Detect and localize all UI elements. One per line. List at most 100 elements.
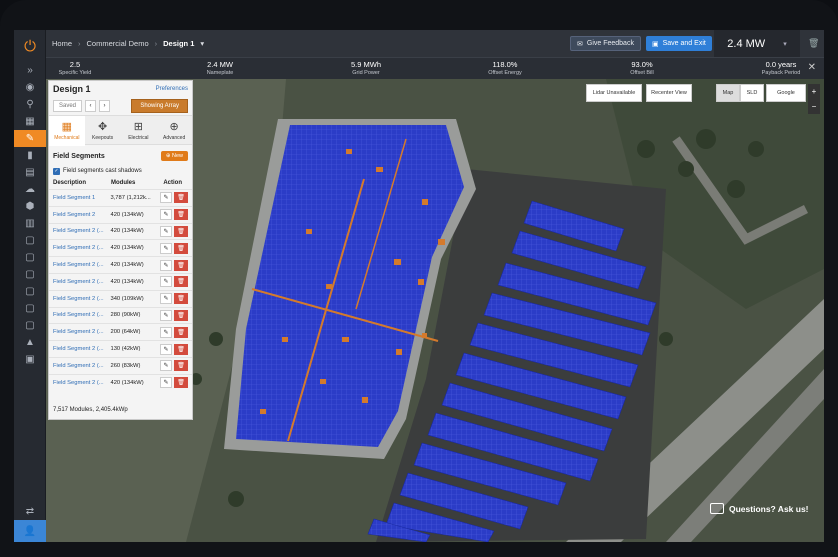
segment-modules: 260 (83kW) xyxy=(110,362,141,369)
edit-icon[interactable]: ✎ xyxy=(160,309,172,321)
design-dropdown-icon[interactable]: ▾ xyxy=(200,39,204,48)
delete-icon[interactable]: 🗑 xyxy=(174,377,188,389)
page-icon[interactable]: ▢ xyxy=(14,317,46,334)
globe-icon[interactable]: ◉ xyxy=(14,79,46,96)
delete-icon[interactable]: 🗑 xyxy=(174,309,188,321)
delete-icon[interactable]: 🗑 xyxy=(174,209,188,221)
edit-icon[interactable]: ✎ xyxy=(160,377,172,389)
stat-value: 2.5 xyxy=(69,60,81,69)
delete-icon[interactable]: 🗑 xyxy=(174,192,188,204)
ask-us-chat-button[interactable]: Questions? Ask us! xyxy=(710,503,809,514)
tab-keepouts[interactable]: ✥ Keepouts xyxy=(85,116,121,146)
layers-icon[interactable]: ⬢ xyxy=(14,198,46,215)
delete-icon[interactable]: 🗑 xyxy=(174,276,188,288)
segment-name-link[interactable]: Field Segment 2 (... xyxy=(53,296,110,302)
redo-button[interactable]: › xyxy=(99,100,111,112)
system-size-selector[interactable]: 2.4 MW ▾ xyxy=(714,30,800,57)
edit-icon[interactable]: ✎ xyxy=(160,360,172,372)
table-row: Field Segment 2 (... 420 (134kW) ✎ 🗑 xyxy=(49,222,192,240)
segment-name-link[interactable]: Field Segment 2 (... xyxy=(53,380,110,386)
tab-electrical[interactable]: ⊞ Electrical xyxy=(121,116,157,146)
page-icon[interactable]: ▢ xyxy=(14,232,46,249)
give-feedback-label: Give Feedback xyxy=(586,40,634,47)
segments-table-header: Description Modules Action xyxy=(49,177,192,189)
segment-name-link[interactable]: Field Segment 2 (... xyxy=(53,245,110,251)
row-actions: ✎ 🗑 xyxy=(160,293,188,305)
swap-icon[interactable]: ⇄ xyxy=(14,503,46,520)
segment-name-link[interactable]: Field Segment 2 (... xyxy=(53,279,110,285)
sld-mode-button[interactable]: SLD xyxy=(740,84,764,102)
edit-icon[interactable]: ✎ xyxy=(160,192,172,204)
segment-name-link[interactable]: Field Segment 2 (... xyxy=(53,363,110,369)
segment-modules: 420 (134kW) xyxy=(110,379,144,386)
save-and-exit-button[interactable]: ▣ Save and Exit xyxy=(646,36,712,51)
cast-shadows-checkbox[interactable]: ✓ Field segments cast shadows xyxy=(49,165,192,177)
page-icon[interactable]: ▢ xyxy=(14,249,46,266)
preferences-link[interactable]: Preferences xyxy=(156,86,188,92)
page-icon[interactable]: ▢ xyxy=(14,266,46,283)
edit-icon[interactable]: ✎ xyxy=(160,293,172,305)
edit-icon[interactable]: ✎ xyxy=(160,326,172,338)
delete-icon[interactable]: 🗑 xyxy=(174,326,188,338)
segment-name-link[interactable]: Field Segment 2 (... xyxy=(53,262,110,268)
delete-icon[interactable]: 🗑 xyxy=(174,259,188,271)
edit-icon[interactable]: ✎ xyxy=(160,209,172,221)
zoom-in-icon[interactable]: + xyxy=(812,87,817,96)
table-row: Field Segment 2 (... 340 (109kW) ✎ 🗑 xyxy=(49,289,192,307)
google-imagery-button[interactable]: Google xyxy=(766,84,806,102)
map-mode-button[interactable]: Map xyxy=(716,84,740,102)
cloud-icon[interactable]: ☁ xyxy=(14,181,46,198)
wrench-icon[interactable]: ✎ xyxy=(14,130,46,147)
segment-name-link[interactable]: Field Segment 2 (... xyxy=(53,228,110,234)
zoom-out-icon[interactable]: − xyxy=(812,102,817,111)
row-actions: ✎ 🗑 xyxy=(160,276,188,288)
breadcrumb-project[interactable]: Commercial Demo xyxy=(87,39,149,48)
package-icon[interactable]: ▣ xyxy=(14,351,46,368)
delete-icon[interactable]: 🗑 xyxy=(174,225,188,237)
segment-name-link[interactable]: Field Segment 1 xyxy=(53,195,110,201)
row-actions: ✎ 🗑 xyxy=(160,242,188,254)
delete-icon[interactable]: 🗑 xyxy=(174,343,188,355)
network-icon: ⊞ xyxy=(133,120,143,133)
trash-icon[interactable]: 🗑 xyxy=(808,38,819,49)
zoom-control[interactable]: + − xyxy=(808,84,820,114)
edit-icon[interactable]: ✎ xyxy=(160,225,172,237)
tree-icon[interactable]: ▲ xyxy=(14,334,46,351)
segment-name-link[interactable]: Field Segment 2 (... xyxy=(53,329,110,335)
tab-advanced[interactable]: ⊕ Advanced xyxy=(156,116,192,146)
delete-icon[interactable]: 🗑 xyxy=(174,293,188,305)
location-pin-icon[interactable]: ⚲ xyxy=(14,96,46,113)
lidar-button[interactable]: Lidar Unavailable xyxy=(586,84,642,102)
segment-name-link[interactable]: Field Segment 2 xyxy=(53,212,110,218)
give-feedback-button[interactable]: ✉ Give Feedback xyxy=(570,36,641,51)
edit-icon[interactable]: ✎ xyxy=(160,343,172,355)
expand-icon[interactable]: » xyxy=(14,62,46,79)
delete-icon[interactable]: 🗑 xyxy=(174,242,188,254)
power-logo-icon[interactable]: ⏻ xyxy=(14,30,46,62)
tab-mechanical[interactable]: ▦ Mechanical xyxy=(49,116,85,146)
breadcrumb: Home › Commercial Demo › Design 1 ▾ xyxy=(46,39,204,48)
row-actions: ✎ 🗑 xyxy=(160,309,188,321)
checkbox-checked-icon[interactable]: ✓ xyxy=(53,167,60,175)
segment-name-link[interactable]: Field Segment 2 (... xyxy=(53,346,110,352)
recenter-view-button[interactable]: Recenter View xyxy=(646,84,692,102)
edit-icon[interactable]: ✎ xyxy=(160,276,172,288)
undo-button[interactable]: ‹ xyxy=(85,100,97,112)
edit-icon[interactable]: ✎ xyxy=(160,242,172,254)
page-icon[interactable]: ▢ xyxy=(14,283,46,300)
document-icon[interactable]: ▤ xyxy=(14,164,46,181)
user-icon[interactable]: 👤 xyxy=(14,520,46,542)
chart-icon[interactable]: ▮ xyxy=(14,147,46,164)
close-icon[interactable]: ✕ xyxy=(808,62,816,73)
showing-array-button[interactable]: Showing Array xyxy=(131,99,188,113)
new-field-segment-button[interactable]: ⊕ New xyxy=(160,151,188,161)
edit-icon[interactable]: ✎ xyxy=(160,259,172,271)
page-icon[interactable]: ▢ xyxy=(14,300,46,317)
panels-icon[interactable]: ▦ xyxy=(14,113,46,130)
breadcrumb-home[interactable]: Home xyxy=(52,39,72,48)
laptop-frame: ⏻ » ◉ ⚲ ▦ ✎ ▮ ▤ ☁ ⬢ ▥ ▢ ▢ ▢ ▢ ▢ ▢ ▲ ▣ ⇄ 👤 Home › Commerci… xyxy=(0,0,838,557)
table-icon[interactable]: ▥ xyxy=(14,215,46,232)
breadcrumb-design[interactable]: Design 1 xyxy=(163,39,194,48)
delete-icon[interactable]: 🗑 xyxy=(174,360,188,372)
segment-name-link[interactable]: Field Segment 2 (... xyxy=(53,312,110,318)
